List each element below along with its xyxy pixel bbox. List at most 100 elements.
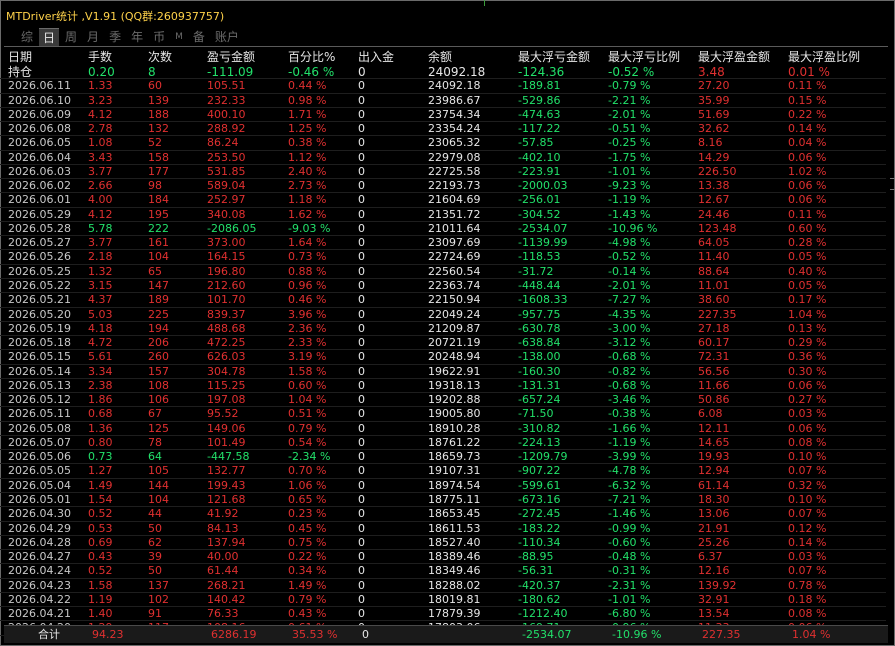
cell-pnl: 268.21 [207,578,246,592]
cell-deposit: 0 [358,122,365,136]
cell-max-float-profit-pct: 1.04 % [788,307,827,321]
table-row[interactable]: 2026.05.12 1.86 106 197.08 1.04 % 0 19202.88 -6… [0,393,886,408]
cell-deposit: 0 [358,221,365,235]
cell-pnl: 472.25 [207,336,246,350]
cell-pnl: 105.51 [207,79,246,93]
cell-date: 2026.05.13 [8,378,71,392]
cell-date: 2026.05.07 [8,435,71,449]
cell-trades: 108 [148,378,169,392]
table-row[interactable]: 2026.04.30 0.52 44 41.92 0.23 % 0 18653.45 -272… [0,507,886,522]
table-row[interactable]: 2026.04.22 1.19 102 140.42 0.79 % 0 18019.81 -1… [0,592,886,608]
tab-3[interactable]: 月 [83,28,103,46]
tab-8[interactable]: 备 [189,28,209,46]
table-row[interactable]: 2026.05.22 3.15 147 212.60 0.96 % 0 22363.74 -4… [0,279,886,294]
table-row[interactable]: 2026.06.02 2.66 98 589.04 2.73 % 0 22193.73 -20… [0,179,886,194]
column-header-lots[interactable]: 手数 [88,49,112,65]
cell-trades: 64 [148,450,162,464]
table-row[interactable]: 2026.05.04 1.49 144 199.43 1.06 % 0 18974.54 -5… [0,479,886,493]
table-row[interactable]: 2026.04.27 0.43 39 40.00 0.22 % 0 18389.46 -88.… [0,550,886,565]
cell-max-float-loss: -630.78 [518,321,561,335]
table-row[interactable]: 2026.04.29 0.53 50 84.13 0.45 % 0 18611.53 -183… [0,522,886,536]
column-header-date[interactable]: 日期 [8,49,32,65]
tab-1[interactable]: 日 [39,27,60,47]
column-header-balance[interactable]: 余额 [428,49,452,65]
table-row[interactable]: 2026.05.01 1.54 104 121.68 0.65 % 0 18775.11 -6… [0,493,886,508]
cell-max-float-loss-pct: -1.66 % [608,421,651,435]
table-header: 日期 手数 次数 盈亏金额 百分比% 出入金 余额 最大浮亏金额 最大浮亏比例 最大浮盈金额 最大浮… [0,49,886,65]
table-row[interactable]: 2026.05.07 0.80 78 101.49 0.54 % 0 18761.22 -22… [0,435,886,451]
cell-pnl: 149.06 [207,421,246,435]
cell-date: 2026.05.21 [8,293,71,307]
cell-balance: 18349.46 [428,564,481,578]
table-row[interactable]: 2026.05.11 0.68 67 95.52 0.51 % 0 19005.80 -71.… [0,407,886,422]
cell-date: 2026.05.12 [8,393,71,407]
cell-lots: 2.38 [88,378,113,392]
tab-2[interactable]: 周 [61,28,81,46]
column-header-deposit[interactable]: 出入金 [358,49,394,65]
cell-deposit: 0 [358,521,365,535]
table-row[interactable]: 2026.04.23 1.58 137 268.21 1.49 % 0 18288.02 -4… [0,579,886,593]
cell-pnl: 197.08 [207,393,246,407]
cell-max-float-loss-pct: -1.43 % [608,207,651,221]
table-row[interactable]: 2026.05.14 3.34 157 304.78 1.58 % 0 19622.91 -1… [0,365,886,379]
tab-5[interactable]: 年 [127,28,147,46]
cell-pct: 0.75 % [288,535,327,549]
side-scroll-handle[interactable] [890,178,895,190]
table-row[interactable]: 2026.06.11 1.33 60 105.51 0.44 % 0 24092.18 -18… [0,79,886,94]
column-header-trades[interactable]: 次数 [148,49,172,65]
table-row[interactable]: 2026.05.15 5.61 260 626.03 3.19 % 0 20248.94 -1… [0,350,886,365]
table-row[interactable]: 2026.05.18 4.72 206 472.25 2.33 % 0 20721.19 -6… [0,336,886,351]
cell-pct: 3.96 % [288,307,327,321]
table-row[interactable]: 2026.06.04 3.43 158 253.50 1.12 % 0 22979.08 -4… [0,151,886,165]
cell-balance: 23065.32 [428,136,481,150]
table-row[interactable]: 2026.06.05 1.08 52 86.24 0.38 % 0 23065.32 -57.… [0,136,886,151]
cell-lots: 0.43 [88,550,113,564]
column-header-max-float-profit-pct[interactable]: 最大浮盈比例 [788,49,860,65]
table-row[interactable]: 2026.05.28 5.78 222 -2086.05 -9.03 % 0 21011.6… [0,221,886,237]
table-row[interactable]: 2026.06.09 4.12 188 400.10 1.71 % 0 23754.34 -4… [0,108,886,123]
table-row[interactable]: 2026.05.25 1.32 65 196.80 0.88 % 0 22560.54 -31… [0,265,886,279]
tab-0[interactable]: 综 [17,28,37,46]
cell-max-float-loss-pct: -0.48 % [608,550,651,564]
table-row[interactable]: 2026.06.10 3.23 139 232.33 0.98 % 0 23986.67 -5… [0,94,886,108]
cell-max-float-profit: 32.91 [698,592,730,606]
cell-max-float-loss-pct: -2.31 % [608,578,651,592]
table-row[interactable]: 2026.05.20 5.03 225 839.37 3.96 % 0 22049.24 -9… [0,308,886,322]
table-row[interactable]: 2026.05.13 2.38 108 115.25 0.60 % 0 19318.13 -1… [0,378,886,394]
column-header-pnl[interactable]: 盈亏金额 [207,49,255,65]
table-row[interactable]: 2026.05.21 4.37 189 101.70 0.46 % 0 22150.94 -1… [0,293,886,308]
table-row[interactable]: 2026.04.24 0.52 50 61.44 0.34 % 0 18349.46 -56.… [0,564,886,579]
cell-pnl: 288.92 [207,122,246,136]
tab-4[interactable]: 季 [105,28,125,46]
table-row[interactable]: 2026.05.27 3.77 161 373.00 1.64 % 0 23097.69 -1… [0,236,886,251]
cell-deposit: 0 [358,350,365,364]
column-header-pct[interactable]: 百分比% [288,49,335,65]
holding-row[interactable]: 持仓 0.20 8 -111.09 -0.46 % 0 24092.18 -124.36 -0.… [0,65,886,80]
cell-deposit: 0 [358,578,365,592]
column-header-max-float-loss-pct[interactable]: 最大浮亏比例 [608,49,680,65]
table-row[interactable]: 2026.05.06 0.73 64 -447.58 -2.34 % 0 18659.73 -… [0,450,886,465]
table-row[interactable]: 2026.04.28 0.69 62 137.94 0.75 % 0 18527.40 -11… [0,535,886,551]
tab-6[interactable]: 币 [149,28,169,46]
table-row[interactable]: 2026.06.08 2.78 132 288.92 1.25 % 0 23354.24 -1… [0,122,886,137]
table-row[interactable]: 2026.05.08 1.36 125 149.06 0.79 % 0 18910.28 -3… [0,422,886,436]
tab-7[interactable]: M [171,28,187,46]
column-header-max-float-profit[interactable]: 最大浮盈金额 [698,49,770,65]
table-row[interactable]: 2026.05.29 4.12 195 340.08 1.62 % 0 21351.72 -3… [0,208,886,222]
tab-9[interactable]: 账户 [211,28,243,46]
cell-max-float-loss-pct: -7.27 % [608,293,651,307]
column-header-max-float-loss[interactable]: 最大浮亏金额 [518,49,590,65]
cell-max-float-profit-pct: 0.14 % [788,122,827,136]
table-row[interactable]: 2026.05.26 2.18 104 164.15 0.73 % 0 22724.69 -1… [0,250,886,265]
cell-date: 2026.05.27 [8,236,71,250]
table-row[interactable]: 2026.05.19 4.18 194 488.68 2.36 % 0 21209.87 -6… [0,321,886,337]
cell-trades: 194 [148,321,169,335]
table-row[interactable]: 2026.05.05 1.27 105 132.77 0.70 % 0 19107.31 -9… [0,464,886,479]
cell-max-float-loss-pct: -4.78 % [608,464,651,478]
cell-pct: 3.19 % [288,350,327,364]
cell-lots: 5.78 [88,221,113,235]
table-row[interactable]: 2026.06.03 3.77 177 531.85 2.40 % 0 22725.58 -2… [0,165,886,180]
table-row[interactable]: 2026.06.01 4.00 184 252.97 1.18 % 0 21604.69 -2… [0,193,886,208]
cell-pct: 0.45 % [288,521,327,535]
table-row[interactable]: 2026.04.21 1.40 91 76.33 0.43 % 0 17879.39 -121… [0,607,886,622]
